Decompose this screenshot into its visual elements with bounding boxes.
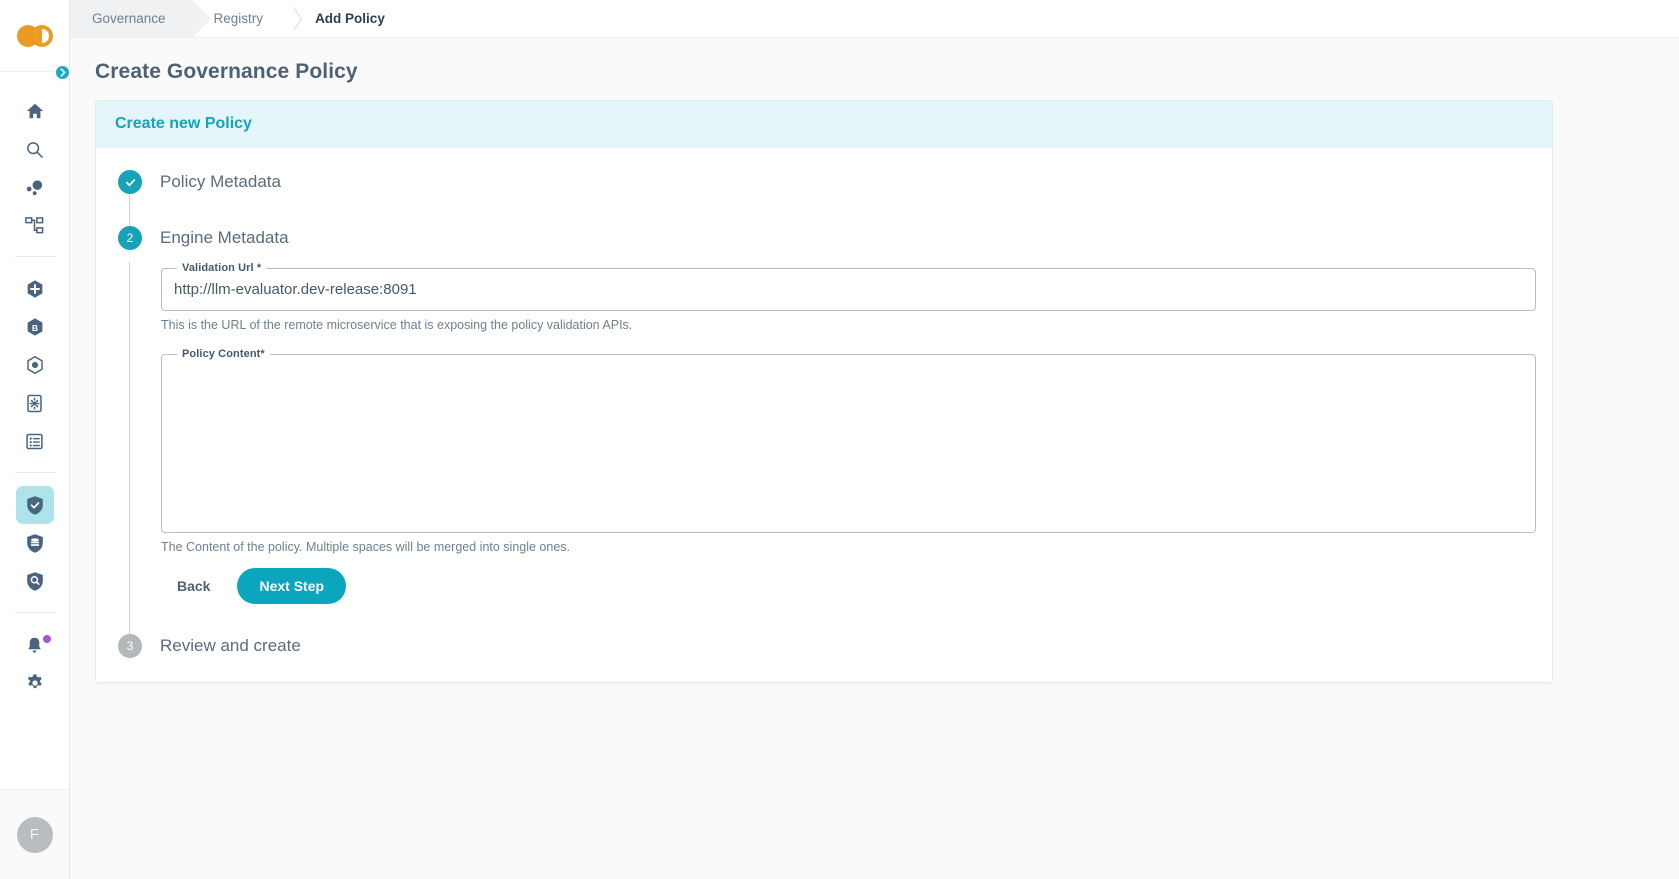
search-icon: [25, 140, 44, 159]
breadcrumb-label: Registry: [214, 11, 264, 26]
step-3-label: Review and create: [160, 636, 301, 656]
logo-area: [0, 0, 69, 72]
sidebar-item-processes[interactable]: [16, 384, 54, 422]
step-1-indicator: [118, 170, 142, 194]
sidebar-item-insights[interactable]: [16, 168, 54, 206]
sidebar-nav: B: [0, 72, 69, 789]
step-1-header[interactable]: Policy Metadata: [118, 170, 1552, 194]
document-gear-icon: [25, 394, 44, 413]
shield-check-icon: [25, 495, 45, 516]
validation-url-box: Validation Url * http://llm-evaluator.de…: [161, 262, 1536, 311]
sidebar-item-search[interactable]: [16, 130, 54, 168]
step-3-indicator: 3: [118, 634, 142, 658]
step-2-body: Validation Url * http://llm-evaluator.de…: [129, 262, 1552, 604]
sidebar-divider-2: [15, 472, 55, 473]
stepper: Policy Metadata 2 Engine Metadata Valida: [96, 170, 1552, 658]
breadcrumb-item-governance[interactable]: Governance: [70, 0, 192, 37]
svg-text:B: B: [31, 323, 37, 333]
app-root: B: [0, 0, 1679, 879]
sidebar-expand-button[interactable]: [54, 64, 71, 81]
hexagon-plus-icon: [25, 279, 45, 299]
check-icon: [124, 176, 137, 189]
page-title: Create Governance Policy: [70, 38, 1679, 100]
step-3-header[interactable]: 3 Review and create: [118, 634, 1552, 658]
home-icon: [26, 102, 44, 120]
sitemap-icon: [25, 216, 44, 235]
bubbles-icon: [25, 178, 44, 197]
shield-database-icon: [25, 533, 45, 554]
gear-icon: [25, 673, 45, 693]
policy-content-box: Policy Content*: [161, 348, 1536, 533]
step-2-header[interactable]: 2 Engine Metadata: [118, 226, 1552, 250]
sidebar-item-governance[interactable]: [16, 486, 54, 524]
sidebar-item-business-glossary[interactable]: B: [16, 308, 54, 346]
policy-content-field: Policy Content* The Content of the polic…: [161, 348, 1552, 554]
breadcrumb: Governance Registry Add Policy: [70, 0, 1679, 38]
sidebar-item-policy-audit[interactable]: [16, 562, 54, 600]
validation-url-helper: This is the URL of the remote microservi…: [161, 318, 1552, 332]
step-1-label: Policy Metadata: [160, 172, 281, 192]
app-logo-icon[interactable]: [17, 25, 53, 47]
validation-url-field: Validation Url * http://llm-evaluator.de…: [161, 262, 1552, 332]
policy-content-textarea[interactable]: [174, 360, 1523, 532]
back-button[interactable]: Back: [161, 569, 226, 603]
sidebar-item-catalog[interactable]: [16, 422, 54, 460]
card-header: Create new Policy: [96, 101, 1552, 148]
step-2-label: Engine Metadata: [160, 228, 289, 248]
shield-search-icon: [25, 571, 45, 592]
sidebar-divider-1: [15, 256, 55, 257]
sidebar-item-home[interactable]: [16, 92, 54, 130]
sidebar-item-data-policies[interactable]: [16, 524, 54, 562]
create-policy-card: Create new Policy Policy Metadata: [95, 100, 1553, 683]
sidebar: B: [0, 0, 70, 879]
card-wrap: Create new Policy Policy Metadata: [70, 100, 1679, 683]
validation-url-input[interactable]: http://llm-evaluator.dev-release:8091: [174, 274, 1523, 310]
bell-icon: [25, 636, 44, 655]
list-icon: [25, 432, 44, 451]
sidebar-item-lineage[interactable]: [16, 206, 54, 244]
sidebar-divider-3: [15, 612, 55, 613]
step-1-connector: [129, 194, 1552, 226]
policy-content-helper: The Content of the policy. Multiple spac…: [161, 540, 1552, 554]
chevron-right-icon: [59, 68, 67, 77]
notification-badge: [43, 635, 51, 643]
card-body: Policy Metadata 2 Engine Metadata Valida: [96, 148, 1552, 682]
step-2-indicator: 2: [118, 226, 142, 250]
validation-url-label: Validation Url *: [177, 262, 266, 274]
hexagon-dot-icon: [25, 355, 45, 375]
sidebar-item-settings[interactable]: [16, 664, 54, 702]
sidebar-item-domains[interactable]: [16, 346, 54, 384]
avatar[interactable]: F: [17, 817, 53, 853]
sidebar-item-add[interactable]: [16, 270, 54, 308]
sidebar-footer: F: [0, 789, 69, 879]
breadcrumb-item-add-policy: Add Policy: [289, 0, 411, 37]
main-area: Governance Registry Add Policy Create Go…: [70, 0, 1679, 879]
breadcrumb-label: Add Policy: [315, 11, 385, 26]
step-2-connector: [129, 604, 1552, 634]
sidebar-item-notifications[interactable]: [16, 626, 54, 664]
breadcrumb-label: Governance: [92, 11, 166, 26]
next-step-button[interactable]: Next Step: [237, 568, 346, 604]
policy-content-label: Policy Content*: [177, 348, 270, 360]
hexagon-b-icon: B: [25, 317, 45, 337]
step-2-actions: Back Next Step: [161, 568, 1552, 604]
